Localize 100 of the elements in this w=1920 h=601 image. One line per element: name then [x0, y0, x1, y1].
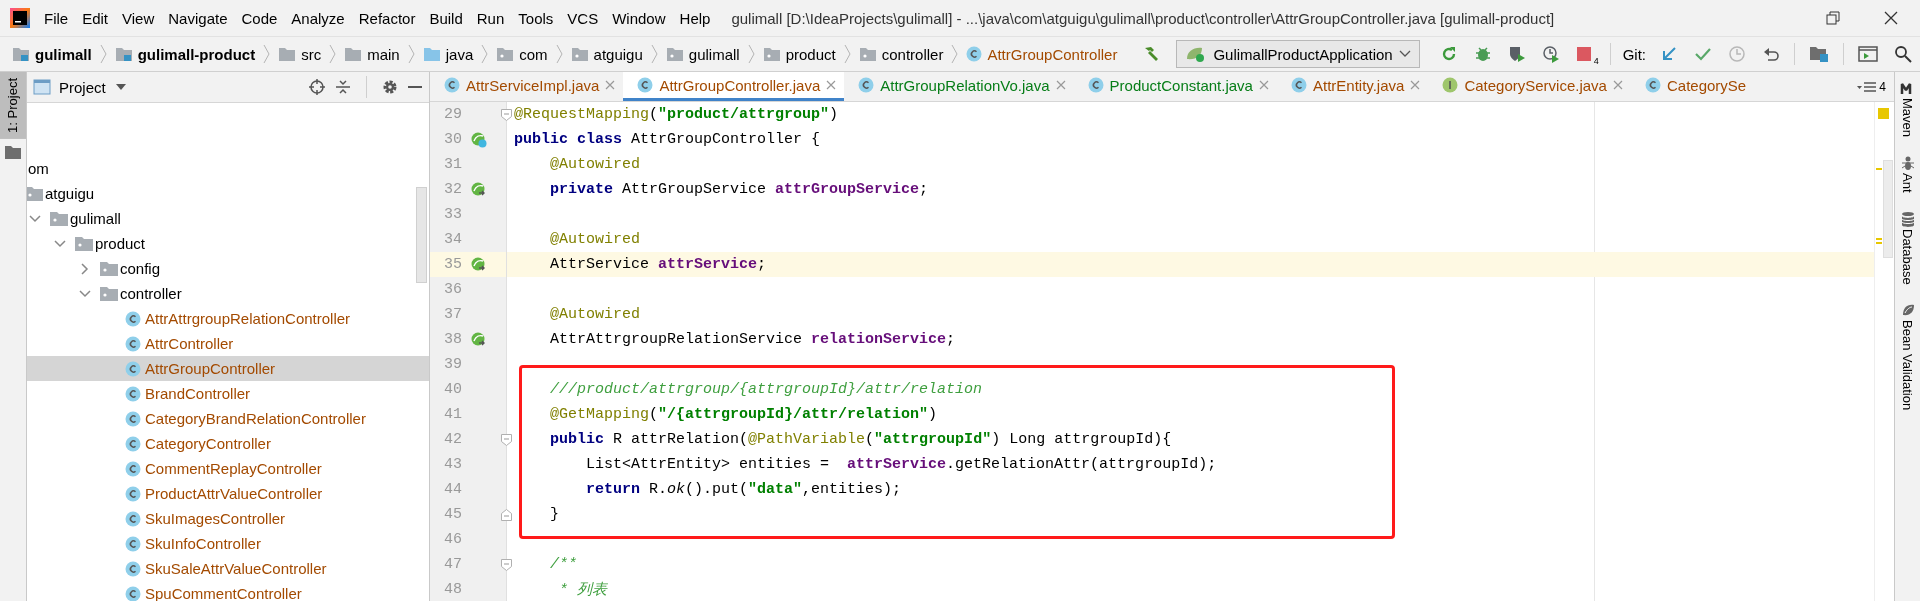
interface-icon	[1442, 77, 1459, 93]
coverage-icon[interactable]	[1507, 45, 1526, 63]
class-icon	[125, 585, 141, 601]
warning-marker[interactable]	[1876, 242, 1882, 244]
code-line: ///product/attrgroup/{attrgroupId}/attr/relation	[549, 381, 983, 398]
tree-item[interactable]: config	[27, 256, 429, 281]
close-icon[interactable]	[1884, 11, 1898, 25]
breadcrumb[interactable]: product	[785, 45, 836, 63]
menu-item[interactable]: Code	[234, 9, 285, 27]
scrollbar-thumb[interactable]	[1883, 160, 1893, 258]
editor-tab[interactable]: ProductConstant.java	[1073, 72, 1277, 101]
panel-title[interactable]: Project	[59, 78, 106, 96]
menu-item[interactable]: Navigate	[161, 9, 235, 27]
tree-item[interactable]: CategoryBrandRelationController	[27, 406, 429, 431]
code-line: return R.ok().put("data",entities);	[585, 481, 902, 498]
settings-icon[interactable]	[381, 78, 399, 96]
menu-item[interactable]: VCS	[560, 9, 606, 27]
bean-icon[interactable]	[471, 131, 487, 148]
menu-item[interactable]: Window	[605, 9, 673, 27]
line-number: 35	[443, 256, 462, 273]
tree-item[interactable]: atguigu	[27, 181, 429, 206]
tool-window-tab[interactable]: Bean Validation	[1900, 320, 1915, 411]
tree-item[interactable]: ProductAttrValueController	[27, 481, 429, 506]
profiler-icon[interactable]	[1541, 45, 1560, 63]
debug-icon[interactable]	[1473, 45, 1492, 63]
editor-tab[interactable]: AttrServiceImpl.java	[430, 72, 624, 101]
ant-icon[interactable]	[1899, 155, 1916, 172]
breadcrumb[interactable]: src	[301, 45, 322, 63]
code-line: public class AttrGroupController {	[514, 131, 821, 148]
breadcrumb[interactable]: controller	[881, 45, 944, 63]
menu-item[interactable]: Edit	[75, 9, 116, 27]
hidden-tabs-button[interactable]: 4	[1857, 72, 1894, 101]
history-clock-icon[interactable]	[1728, 45, 1746, 63]
tree-item[interactable]: SkuInfoController	[27, 531, 429, 556]
tool-window-tab[interactable]: Database	[1900, 228, 1915, 285]
chevron-icon	[650, 44, 658, 64]
database-icon[interactable]	[1899, 210, 1916, 227]
search-icon[interactable]	[1894, 45, 1912, 63]
fold-marker-icon[interactable]	[501, 433, 512, 446]
tree-item[interactable]: AttrGroupController	[27, 356, 429, 381]
menu-item[interactable]: Analyze	[284, 9, 352, 27]
editor-tab[interactable]: CategoryService.java	[1428, 72, 1631, 101]
collapse-icon[interactable]	[334, 78, 352, 96]
menu-item[interactable]: Refactor	[351, 9, 423, 27]
menu-item[interactable]: File	[37, 9, 76, 27]
scrollbar-thumb[interactable]	[416, 187, 427, 283]
menu-item[interactable]: Build	[422, 9, 470, 27]
locate-icon[interactable]	[308, 78, 326, 96]
breadcrumb[interactable]: gulimall	[688, 45, 740, 63]
tree-item[interactable]: SkuImagesController	[27, 506, 429, 531]
warning-marker[interactable]	[1876, 238, 1882, 240]
line-number: 48	[443, 581, 462, 598]
stop-icon[interactable]	[1575, 46, 1592, 62]
breadcrumb[interactable]: java	[445, 45, 474, 63]
tree-item[interactable]: AttrAttrgroupRelationController	[27, 306, 429, 331]
editor-tab[interactable]: AttrGroupController.java	[623, 72, 845, 101]
breadcrumb[interactable]: com	[519, 45, 548, 63]
tree-item[interactable]: CommentReplayController	[27, 456, 429, 481]
tree-item[interactable]: BrandController	[27, 381, 429, 406]
class-icon	[125, 435, 141, 452]
menu-item[interactable]: Help	[672, 9, 718, 27]
caret-icon[interactable]	[115, 84, 126, 90]
menu-item[interactable]: Run	[469, 9, 512, 27]
tree-item[interactable]: SkuSaleAttrValueController	[27, 556, 429, 581]
restore-icon[interactable]	[1826, 11, 1840, 25]
line-number: 45	[443, 506, 462, 523]
folder-icon[interactable]	[5, 144, 21, 159]
tree-item[interactable]: AttrController	[27, 331, 429, 356]
editor-tab[interactable]: AttrGroupRelationVo.java	[844, 72, 1074, 101]
terminal-icon[interactable]	[1858, 45, 1878, 63]
fold-marker-icon[interactable]	[501, 108, 512, 121]
chevron-icon	[263, 44, 271, 64]
run-config-dropdown[interactable]: GulimallProductApplication	[1176, 40, 1420, 68]
tool-window-tab[interactable]: Ant	[1900, 173, 1915, 193]
fold-marker-icon[interactable]	[501, 508, 512, 521]
tree-item[interactable]: CategoryController	[27, 431, 429, 456]
code-line: List<AttrEntity> entities = attrService.getRelationAttr(attrgroupId);	[585, 456, 1217, 473]
menu-item[interactable]: Tools	[511, 9, 561, 27]
tool-window-tab[interactable]: Maven	[1900, 98, 1915, 138]
breadcrumb[interactable]: gulimall-product	[137, 45, 256, 63]
line-number: 46	[443, 531, 462, 548]
tree-item[interactable]: gulimall	[27, 206, 429, 231]
warning-marker[interactable]	[1876, 168, 1882, 170]
tree-item[interactable]: om	[27, 156, 429, 181]
folder-icon	[762, 46, 781, 62]
editor-tab[interactable]: AttrEntity.java	[1276, 72, 1429, 101]
breadcrumb[interactable]: gulimall	[35, 45, 92, 63]
menu-item[interactable]: View	[115, 9, 162, 27]
breadcrumb[interactable]: atguigu	[593, 45, 643, 63]
tree-item[interactable]: product	[27, 231, 429, 256]
line-number: 47	[443, 556, 462, 573]
tool-window-tab[interactable]: 1: Project	[0, 72, 26, 139]
undo-arrow-icon[interactable]	[1762, 45, 1780, 63]
update-arrow-icon[interactable]	[1660, 45, 1678, 63]
fold-marker-icon[interactable]	[501, 558, 512, 571]
editor-tab[interactable]: CategorySe	[1630, 72, 1755, 101]
folder-grid-icon[interactable]	[1809, 45, 1829, 63]
tree-item[interactable]: controller	[27, 281, 429, 306]
breadcrumb[interactable]: AttrGroupController	[987, 45, 1118, 63]
breadcrumb[interactable]: main	[367, 45, 400, 63]
